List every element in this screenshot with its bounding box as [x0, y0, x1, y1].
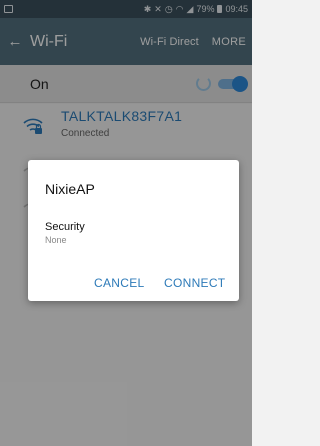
- phone-screen: ✱ ✕ ◷ ◠ ◢ 79% 09:45 ← Wi-Fi Wi-Fi Direct…: [0, 0, 252, 446]
- security-value: None: [45, 235, 67, 245]
- dialog-title: NixieAP: [45, 181, 95, 197]
- security-label: Security: [45, 221, 85, 233]
- cancel-button[interactable]: CANCEL: [94, 276, 144, 290]
- connect-dialog: NixieAP Security None CANCEL CONNECT: [28, 160, 239, 301]
- connect-button[interactable]: CONNECT: [164, 276, 225, 290]
